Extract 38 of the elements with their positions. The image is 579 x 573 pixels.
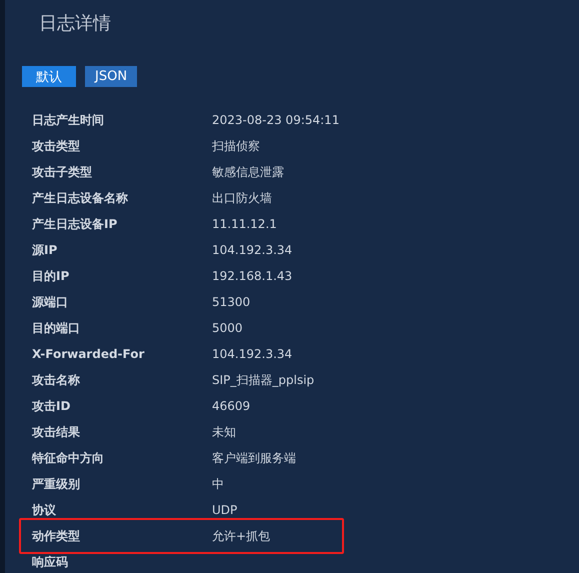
field-value: 扫描侦察 (212, 138, 260, 154)
field-label: 严重级别 (32, 476, 81, 492)
field-value: 51300 (212, 295, 250, 309)
field-label: 产生日志设备名称 (32, 190, 129, 206)
field-value: 出口防火墙 (212, 190, 272, 206)
field-label: 攻击类型 (32, 138, 81, 154)
field-label: 攻击名称 (32, 372, 81, 388)
field-label: 产生日志设备IP (32, 216, 118, 232)
field-label: 源端口 (32, 294, 69, 310)
field-value: 46609 (212, 399, 250, 413)
field-label: 目的IP (32, 268, 70, 284)
field-value: 未知 (212, 424, 236, 440)
field-label: 协议 (32, 502, 57, 518)
field-value: 192.168.1.43 (212, 269, 292, 283)
view-tab[interactable]: JSON (85, 66, 138, 87)
field-value: SIP_扫描器_pplsip (212, 372, 314, 388)
field-label: 目的端口 (32, 320, 81, 336)
field-label: 日志产生时间 (32, 112, 105, 128)
field-value: 中 (212, 476, 224, 492)
field-label: 攻击结果 (32, 424, 81, 440)
view-tab[interactable]: 默认 (22, 66, 76, 87)
field-value: 11.11.12.1 (212, 217, 277, 231)
field-label: 动作类型 (32, 528, 81, 544)
field-value: 2023-08-23 09:54:11 (212, 113, 340, 127)
field-value: 5000 (212, 321, 243, 335)
panel-title: 日志详情 (38, 12, 112, 36)
field-value: UDP (212, 503, 238, 517)
field-value: 敏感信息泄露 (212, 164, 284, 180)
field-value: 104.192.3.34 (212, 243, 292, 257)
field-label: 特征命中方向 (32, 450, 105, 466)
field-label: 源IP (32, 242, 58, 258)
field-label: 攻击子类型 (32, 164, 93, 180)
field-value: 客户端到服务端 (212, 450, 296, 466)
field-label: 攻击ID (32, 398, 72, 414)
field-label: 响应码 (32, 554, 69, 570)
field-label: X-Forwarded-For (32, 347, 146, 361)
field-value: 104.192.3.34 (212, 347, 292, 361)
field-value: 允许+抓包 (212, 528, 270, 544)
